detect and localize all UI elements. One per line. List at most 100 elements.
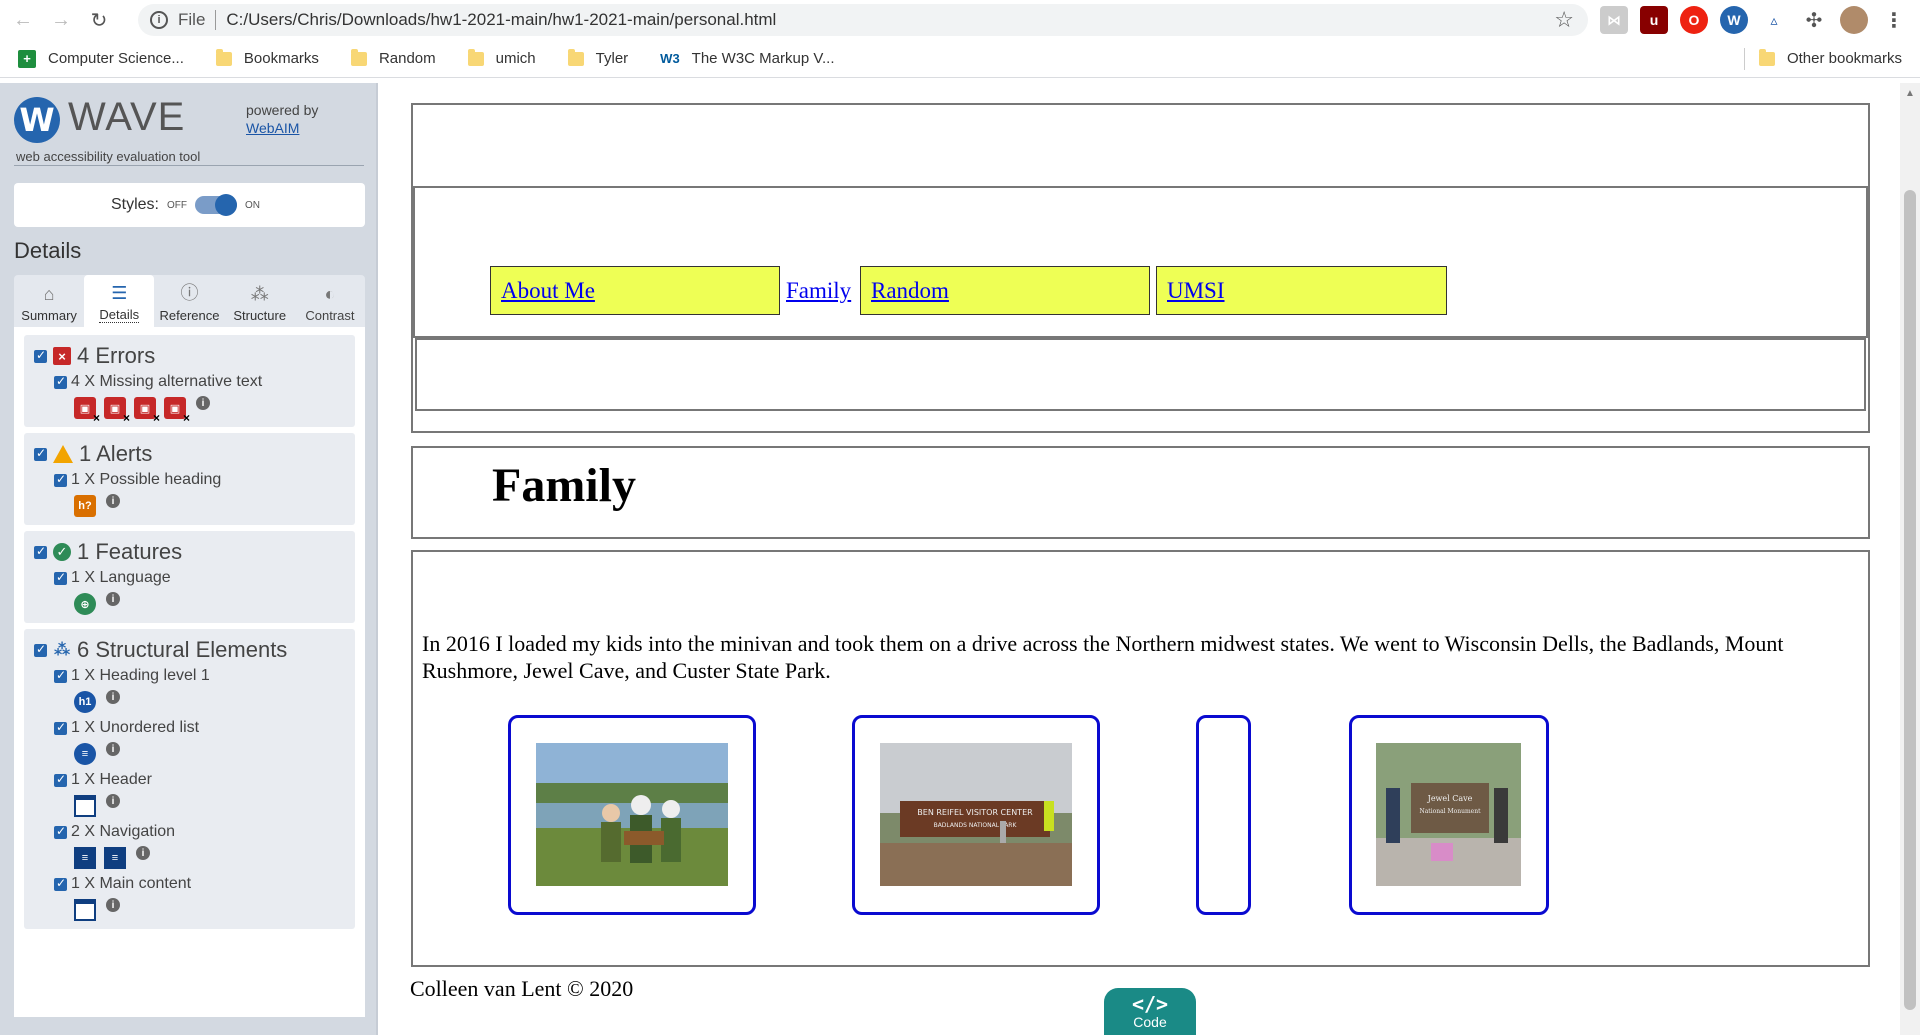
nav-link-umsi[interactable]: UMSI xyxy=(1156,266,1447,315)
missing-alt-icon[interactable]: ▣ xyxy=(134,397,160,425)
divider xyxy=(14,165,364,166)
bookmark-folder[interactable]: Tyler xyxy=(567,48,628,67)
tab-structure[interactable]: ⁂ Structure xyxy=(225,275,295,327)
opera-icon[interactable]: O xyxy=(1680,6,1708,34)
tab-reference[interactable]: ⓘ Reference xyxy=(154,275,224,327)
features-title: 1 Features xyxy=(77,539,183,564)
error-icon: × xyxy=(53,347,71,365)
navigation-landmark-icon[interactable]: ≡ xyxy=(104,847,126,869)
possible-heading-checkbox[interactable] xyxy=(54,472,67,487)
back-icon[interactable]: ← xyxy=(8,5,38,35)
alerts-checkbox[interactable] xyxy=(34,446,47,461)
photo-frame-empty xyxy=(1196,715,1251,915)
bookmarks-bar: + Computer Science... Bookmarks Random um… xyxy=(0,40,1920,78)
missing-alt-checkbox[interactable] xyxy=(54,374,67,389)
main-content-checkbox[interactable] xyxy=(54,876,67,891)
wave-logo-icon: W xyxy=(14,97,60,143)
bookmark-item[interactable]: + Computer Science... xyxy=(18,49,184,68)
bookmarks-divider xyxy=(1743,47,1745,70)
missing-alt-icon[interactable]: ▣ xyxy=(164,397,190,425)
unordered-list-icon[interactable]: ≡ xyxy=(74,743,96,765)
bookmark-folder[interactable]: Bookmarks xyxy=(215,48,319,67)
header-landmark-icon[interactable] xyxy=(74,795,96,817)
scrollbar-thumb[interactable] xyxy=(1904,190,1916,1010)
site-info-icon[interactable]: i xyxy=(150,11,168,29)
extension-icon[interactable]: ⋈ xyxy=(1600,6,1628,34)
possible-heading-icon[interactable]: h? xyxy=(74,495,96,517)
heading-level-1-checkbox[interactable] xyxy=(54,668,67,683)
photo-jewel-cave-sign: Jewel Cave National Monument xyxy=(1376,743,1521,886)
info-icon[interactable]: i xyxy=(106,742,120,756)
info-icon[interactable]: i xyxy=(106,898,120,912)
nav-link-random[interactable]: Random xyxy=(860,266,1150,315)
bookmark-folder[interactable]: umich xyxy=(467,48,536,67)
wave-code-button[interactable]: </> Code xyxy=(1104,988,1196,1035)
folder-icon xyxy=(467,48,484,66)
info-icon[interactable]: i xyxy=(106,592,120,606)
h1-icon[interactable]: h1 xyxy=(74,691,96,713)
language-label: 1 X Language xyxy=(71,569,171,586)
webaim-link[interactable]: WebAIM xyxy=(246,120,299,136)
photo-visitor-center-sign: BEN REIFEL VISITOR CENTER BADLANDS NATIO… xyxy=(880,743,1072,886)
styles-off-label: OFF xyxy=(167,199,187,211)
page-footer: Colleen van Lent © 2020 xyxy=(410,976,634,1001)
list-icon: ☰ xyxy=(111,283,128,303)
code-label: Code xyxy=(1133,1013,1167,1030)
features-checkbox[interactable] xyxy=(34,544,47,559)
jewel-cave-sign-subtext: National Monument xyxy=(1419,808,1481,815)
errors-title: 4 Errors xyxy=(77,343,156,368)
unordered-list-checkbox[interactable] xyxy=(54,720,67,735)
language-checkbox[interactable] xyxy=(54,570,67,585)
missing-alt-icon[interactable]: ▣ xyxy=(104,397,130,425)
menu-kebab-icon[interactable]: ⋮ xyxy=(1880,6,1908,34)
nav-link-family[interactable]: Family xyxy=(776,266,866,315)
bookmark-star-icon[interactable]: ☆ xyxy=(1554,7,1574,33)
other-bookmarks[interactable]: Other bookmarks xyxy=(1743,47,1902,70)
errors-checkbox[interactable] xyxy=(34,348,47,363)
info-icon[interactable]: i xyxy=(106,690,120,704)
structure-icon: ⁂ xyxy=(53,642,71,659)
language-globe-icon[interactable]: ⊕ xyxy=(74,593,96,615)
styles-toggle-box: Styles: OFF ON xyxy=(14,183,365,227)
styles-label: Styles: xyxy=(110,196,159,213)
bookmark-folder[interactable]: Random xyxy=(350,48,436,67)
structure-checkbox[interactable] xyxy=(34,642,47,657)
bookmark-item[interactable]: W3 The W3C Markup V... xyxy=(660,50,834,67)
info-icon[interactable]: i xyxy=(196,396,210,410)
forward-icon[interactable]: → xyxy=(46,5,76,35)
tab-summary[interactable]: ⌂ Summary xyxy=(14,275,84,327)
tab-contrast[interactable]: ◐ Contrast xyxy=(295,275,365,327)
feature-check-icon: ✓ xyxy=(53,543,71,561)
wave-logo-text: WAVE xyxy=(68,95,186,139)
profile-avatar[interactable] xyxy=(1840,6,1868,34)
main-landmark-icon[interactable] xyxy=(74,899,96,921)
info-icon[interactable]: i xyxy=(106,794,120,808)
navigation-landmark-icon[interactable]: ≡ xyxy=(74,847,96,869)
page-nav-secondary xyxy=(415,338,1866,411)
nav-link-about-me[interactable]: About Me xyxy=(490,266,780,315)
missing-alt-icon[interactable]: ▣ xyxy=(74,397,100,425)
header-checkbox[interactable] xyxy=(54,772,67,787)
arc-toolkit-icon[interactable]: ▵ xyxy=(1760,6,1788,34)
info-icon: ⓘ xyxy=(180,283,199,303)
features-group: ✓ 1 Features 1 X Language ⊕ i xyxy=(24,531,355,623)
wave-extension-icon[interactable]: W xyxy=(1720,6,1748,34)
w3c-icon: W3 xyxy=(660,51,680,66)
folder-icon xyxy=(1758,48,1775,66)
info-icon[interactable]: i xyxy=(106,494,120,508)
url-text[interactable]: C:/Users/Chris/Downloads/hw1-2021-main/h… xyxy=(226,10,776,30)
styles-toggle[interactable] xyxy=(195,194,237,216)
structure-group: ⁂6 Structural Elements 1 X Heading level… xyxy=(24,629,355,929)
navigation-checkbox[interactable] xyxy=(54,824,67,839)
scroll-up-icon[interactable]: ▲ xyxy=(1905,88,1915,99)
code-icon: </> xyxy=(1131,991,1169,1016)
wave-tagline: web accessibility evaluation tool xyxy=(16,149,201,164)
alert-icon xyxy=(53,445,73,463)
address-bar[interactable]: i File C:/Users/Chris/Downloads/hw1-2021… xyxy=(138,4,1588,36)
info-icon[interactable]: i xyxy=(136,846,150,860)
extensions-bar: ⋈ u O W ▵ ✣ ⋮ xyxy=(1600,6,1908,34)
puzzle-icon[interactable]: ✣ xyxy=(1800,6,1828,34)
ublock-icon[interactable]: u xyxy=(1640,6,1668,34)
reload-icon[interactable]: ↻ xyxy=(84,5,114,35)
tab-details[interactable]: ☰ Details xyxy=(84,275,155,327)
